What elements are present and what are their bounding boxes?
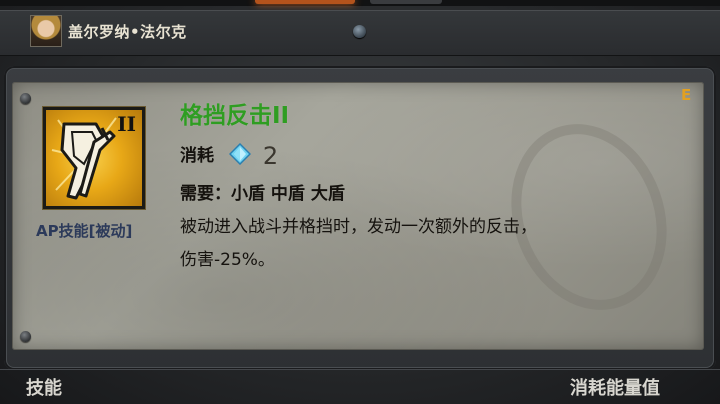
skill-description-line: 伤害-25%。 (180, 250, 275, 270)
skill-type-label: AP技能[被动] (36, 222, 133, 240)
cost-value: 2 (262, 142, 279, 170)
blue-diamond-icon (229, 143, 252, 165)
header-rivet-icon (353, 25, 366, 38)
skills-section-label: 技能 (26, 378, 62, 399)
rivet-icon (20, 93, 31, 104)
skill-name: 格挡反击II (180, 103, 290, 129)
cost-row: 消耗 2 (180, 141, 278, 170)
inactive-tab-indicator[interactable] (370, 0, 442, 4)
skill-grade: E (681, 86, 692, 104)
requirement-label: 需要： (180, 184, 231, 204)
skill-tier: II (117, 112, 136, 136)
footer-divider (0, 369, 720, 370)
requirement-row: 需要：小盾 中盾 大盾 (180, 179, 345, 204)
shield-counter-icon[interactable]: II (43, 107, 145, 209)
cost-label: 消耗 (180, 146, 214, 166)
skill-detail-screen: 盖尔罗纳•法尔克 E II AP技能[被动] 格挡反击II 消耗 2 需要：小盾… (0, 0, 720, 404)
top-bar (0, 0, 720, 6)
character-portrait[interactable] (30, 15, 62, 47)
rivet-icon (20, 331, 31, 342)
character-name: 盖尔罗纳•法尔克 (68, 23, 187, 41)
requirement-items: 小盾 中盾 大盾 (231, 184, 345, 204)
skill-description-line: 被动进入战斗并格挡时，发动一次额外的反击， (180, 217, 537, 237)
character-header: 盖尔罗纳•法尔克 (0, 10, 720, 56)
active-tab-indicator[interactable] (255, 0, 355, 4)
energy-cost-label: 消耗能量值 (570, 378, 660, 399)
